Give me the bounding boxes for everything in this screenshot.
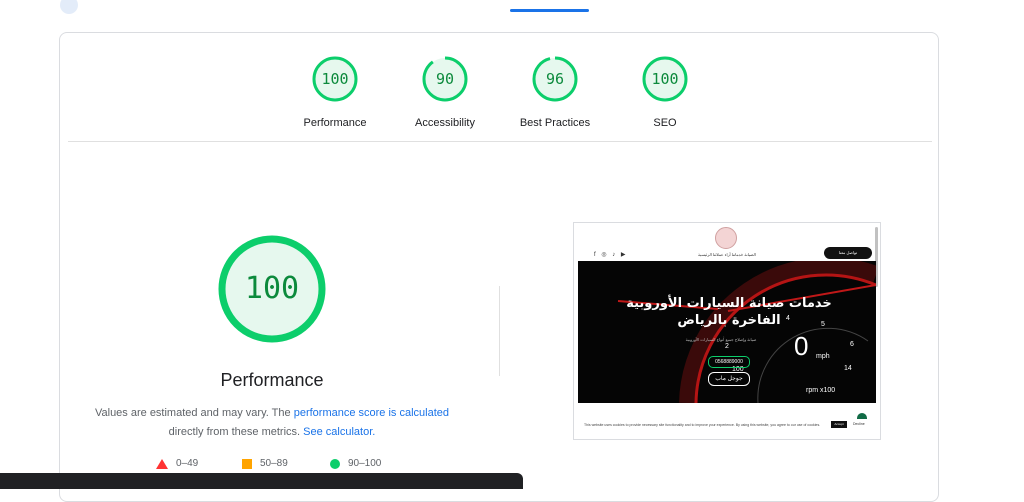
overlay-bar	[0, 473, 523, 489]
vertical-divider	[499, 286, 500, 376]
performance-big-gauge-icon: 100	[216, 233, 328, 345]
circle-icon	[330, 458, 340, 469]
active-tab-indicator	[510, 9, 589, 12]
avatar	[60, 0, 78, 14]
dial-6: 6	[850, 341, 854, 348]
main-category-title: Performance	[220, 370, 324, 390]
score-legend: 0–49 50–89 90–100	[156, 458, 416, 472]
dial-mph: mph	[816, 353, 830, 360]
score-accessibility[interactable]: 90 Accessibility	[390, 55, 500, 129]
legend-average: 50–89	[242, 458, 288, 469]
legend-fail: 0–49	[156, 458, 198, 469]
score-seo[interactable]: 100 SEO	[610, 55, 720, 129]
main-score: 100	[244, 271, 300, 306]
accessibility-label: Accessibility	[415, 117, 475, 129]
social-icons: f ◎ ♪ ▶	[594, 252, 628, 258]
score-note: Values are estimated and may vary. The p…	[82, 404, 462, 442]
best-practices-score: 96	[545, 70, 565, 88]
site-call-button: تواصل معنا	[824, 247, 872, 259]
calculator-link[interactable]: See calculator.	[303, 426, 375, 438]
dial-big: 0	[794, 331, 809, 361]
hero-subtitle: صيانة وإصلاح جميع أنواع السيارات الأوروب…	[685, 337, 757, 342]
performance-score: 100	[321, 70, 349, 88]
triangle-icon	[156, 458, 168, 469]
dial-2: 2	[725, 343, 729, 350]
site-hero: 4 2 5 6 100 14 mph rpm x100 0 خدمات صيان…	[578, 261, 876, 403]
site-menu: الصيانة خدماتنا آراء عملائنا الرئيسية	[698, 252, 756, 257]
legend-average-label: 50–89	[260, 458, 288, 469]
seo-label: SEO	[653, 117, 677, 129]
dial-14: 14	[844, 365, 852, 372]
accessibility-gauge-icon: 90	[421, 55, 469, 103]
site-map-button: جوجل ماب	[708, 372, 750, 386]
performance-label: Performance	[303, 117, 367, 129]
note-text-2: directly from these metrics.	[168, 426, 301, 438]
site-phone-button: 0568889000	[708, 356, 750, 368]
divider	[68, 141, 932, 142]
performance-score-link[interactable]: performance score is calculated	[294, 407, 449, 419]
legend-fail-label: 0–49	[176, 458, 199, 469]
legend-pass: 90–100	[330, 458, 381, 469]
site-logo	[715, 227, 737, 249]
seo-score: 100	[651, 70, 679, 88]
final-screenshot[interactable]: f ◎ ♪ ▶ الصيانة خدماتنا آراء عملائنا الر…	[573, 222, 881, 440]
score-best-practices[interactable]: 96 Best Practices	[500, 55, 610, 129]
seo-gauge-icon: 100	[641, 55, 689, 103]
performance-gauge-icon: 100	[311, 55, 359, 103]
note-text-1: Values are estimated and may vary. The	[94, 407, 291, 419]
report-card: 100 Performance 90 Accessibility 96 Best…	[59, 32, 939, 502]
hero-title: خدمات صيانة السيارات الأوروبية الفاخرة ب…	[626, 296, 832, 328]
best-practices-label: Best Practices	[519, 117, 591, 129]
category-scores: 100 Performance 90 Accessibility 96 Best…	[60, 55, 940, 145]
chat-icon	[857, 413, 867, 419]
score-performance[interactable]: 100 Performance	[280, 55, 390, 129]
top-bar	[0, 0, 1024, 20]
dial-x100: rpm x100	[806, 387, 836, 394]
cookie-text: This website uses cookies to provide nec…	[584, 423, 821, 427]
cookie-decline-button: Decline	[853, 422, 865, 426]
cookie-accept-button: Accept	[831, 421, 847, 428]
best-practices-gauge-icon: 96	[531, 55, 579, 103]
square-icon	[242, 458, 252, 469]
accessibility-score: 90	[435, 70, 455, 88]
legend-pass-label: 90–100	[348, 458, 382, 469]
